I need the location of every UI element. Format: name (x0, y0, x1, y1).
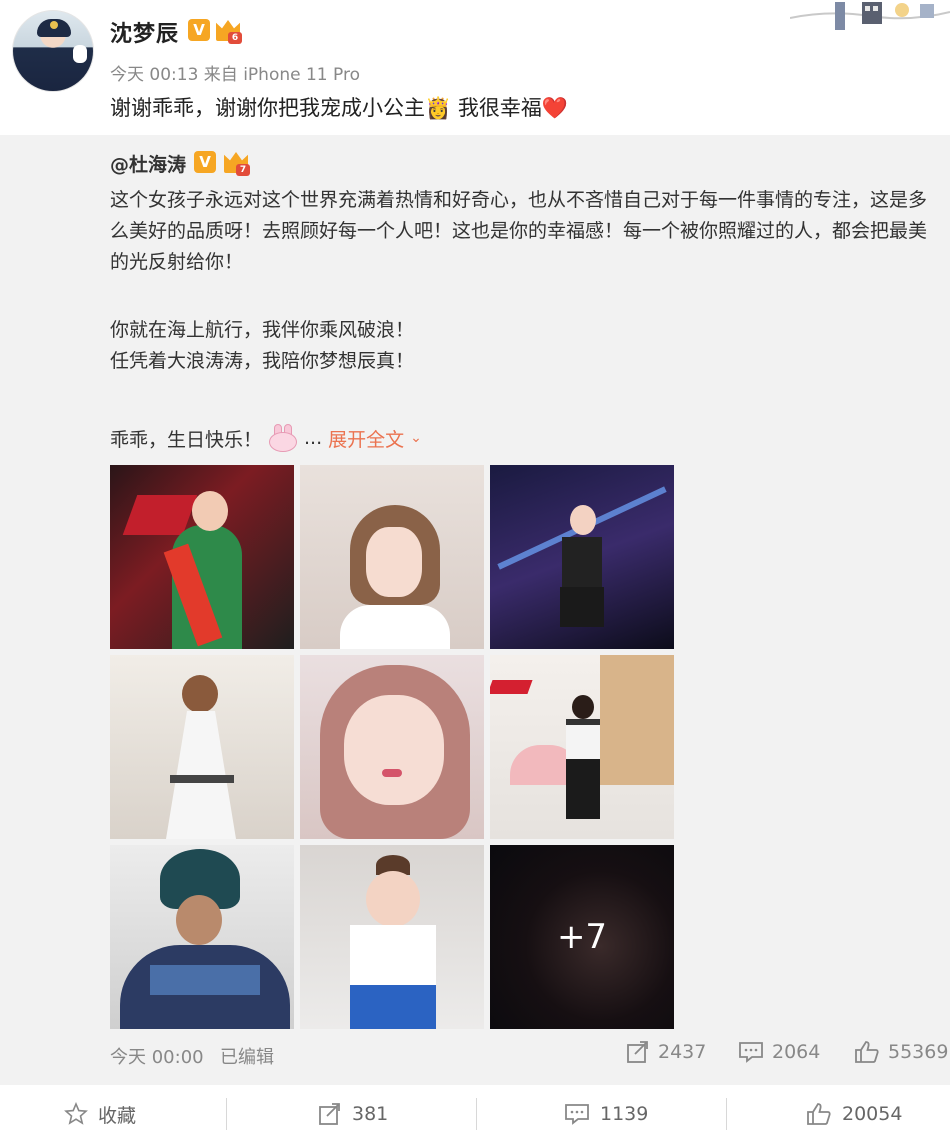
photo-thumbnail[interactable] (110, 465, 294, 649)
more-images-count: +7 (556, 917, 608, 957)
decoration-illustration (790, 2, 950, 30)
post-meta: 今天 00:13 来自 iPhone 11 Pro (110, 65, 360, 85)
photo-thumbnail[interactable] (300, 465, 484, 649)
like-button[interactable]: 20054 (806, 1095, 902, 1133)
comment-icon (739, 1042, 763, 1063)
photo-thumbnail[interactable] (110, 655, 294, 839)
crown-level: 7 (236, 164, 250, 176)
comment-icon (565, 1104, 589, 1125)
edited-label: 已编辑 (220, 1047, 274, 1068)
photo-thumbnail[interactable] (490, 465, 674, 649)
comment-count: 1139 (600, 1103, 649, 1125)
repost-time: 今天 00:00 (110, 1047, 204, 1068)
thumbs-up-icon (855, 1041, 879, 1063)
post-header: 沈梦辰 V 6 今天 00:13 来自 iPhone 11 Pro 谢谢乖乖，谢… (0, 0, 950, 135)
bunny-emoji-icon (268, 424, 298, 452)
expand-full-text-link[interactable]: 展开全文 (328, 425, 404, 452)
repost-count: 2437 (658, 1041, 707, 1063)
author-name[interactable]: 沈梦辰 (110, 16, 179, 48)
image-grid: +7 (110, 465, 674, 1029)
repost-stat-repost[interactable]: 2437 (626, 1040, 706, 1064)
repost-stat-like[interactable]: 55369 (854, 1040, 948, 1064)
birthday-text: 乖乖，生日快乐！ (110, 428, 263, 451)
repost-stat-comment[interactable]: 2064 (738, 1040, 820, 1064)
comment-count: 2064 (772, 1041, 821, 1063)
favorite-button[interactable]: 收藏 (64, 1095, 136, 1133)
crown-level: 6 (228, 32, 242, 44)
action-bar: 收藏 381 1139 20054 (0, 1095, 950, 1133)
divider (726, 1098, 727, 1130)
post-text: 谢谢乖乖，谢谢你把我宠成小公主👸 我很幸福❤️ (110, 96, 568, 120)
avatar-glove (73, 45, 87, 63)
photo-thumbnail[interactable] (490, 655, 674, 839)
author-avatar[interactable] (12, 10, 94, 92)
chevron-down-icon[interactable]: ⌄ (410, 430, 422, 446)
favorite-label: 收藏 (98, 1104, 137, 1127)
repost-count: 381 (352, 1103, 389, 1125)
verified-v-icon: V (194, 151, 216, 173)
repost-body: 这个女孩子永远对这个世界充满着热情和好奇心，也从不吝惜自己对于每一件事情的专注，… (110, 185, 940, 377)
repost-icon (319, 1103, 340, 1125)
repost-footer: 今天 00:00 已编辑 2437 2064 55369 (110, 1040, 948, 1068)
repost-line: 任凭着大浪涛涛，我陪你梦想辰真！ (110, 350, 415, 372)
vip-crown-icon: 6 (214, 18, 242, 44)
repost-paragraph: 这个女孩子永远对这个世界充满着热情和好奇心，也从不吝惜自己对于每一件事情的专注，… (110, 189, 928, 273)
divider (226, 1098, 227, 1130)
repost-card: @杜海涛 V 7 这个女孩子永远对这个世界充满着热情和好奇心，也从不吝惜自己对于… (0, 135, 950, 1085)
repost-last-line: 乖乖，生日快乐！ ... 展开全文 ⌄ (110, 424, 422, 452)
avatar-cap-badge (50, 21, 58, 29)
repost-line: 你就在海上航行，我伴你乘风破浪！ (110, 319, 415, 341)
divider (476, 1098, 477, 1130)
like-count: 55369 (888, 1041, 949, 1063)
repost-author[interactable]: @杜海涛 (110, 150, 186, 177)
repost-icon (627, 1041, 648, 1063)
photo-thumbnail-more[interactable]: +7 (490, 845, 674, 1029)
verified-v-icon: V (188, 19, 210, 41)
star-icon (64, 1102, 88, 1125)
vip-crown-icon: 7 (222, 150, 250, 176)
comment-button[interactable]: 1139 (564, 1095, 648, 1133)
thumbs-up-icon (807, 1103, 831, 1125)
photo-thumbnail[interactable] (300, 655, 484, 839)
photo-thumbnail[interactable] (300, 845, 484, 1029)
like-count: 20054 (842, 1103, 903, 1125)
repost-button[interactable]: 381 (318, 1095, 388, 1133)
ellipsis: ... (304, 427, 323, 449)
photo-thumbnail[interactable] (110, 845, 294, 1029)
